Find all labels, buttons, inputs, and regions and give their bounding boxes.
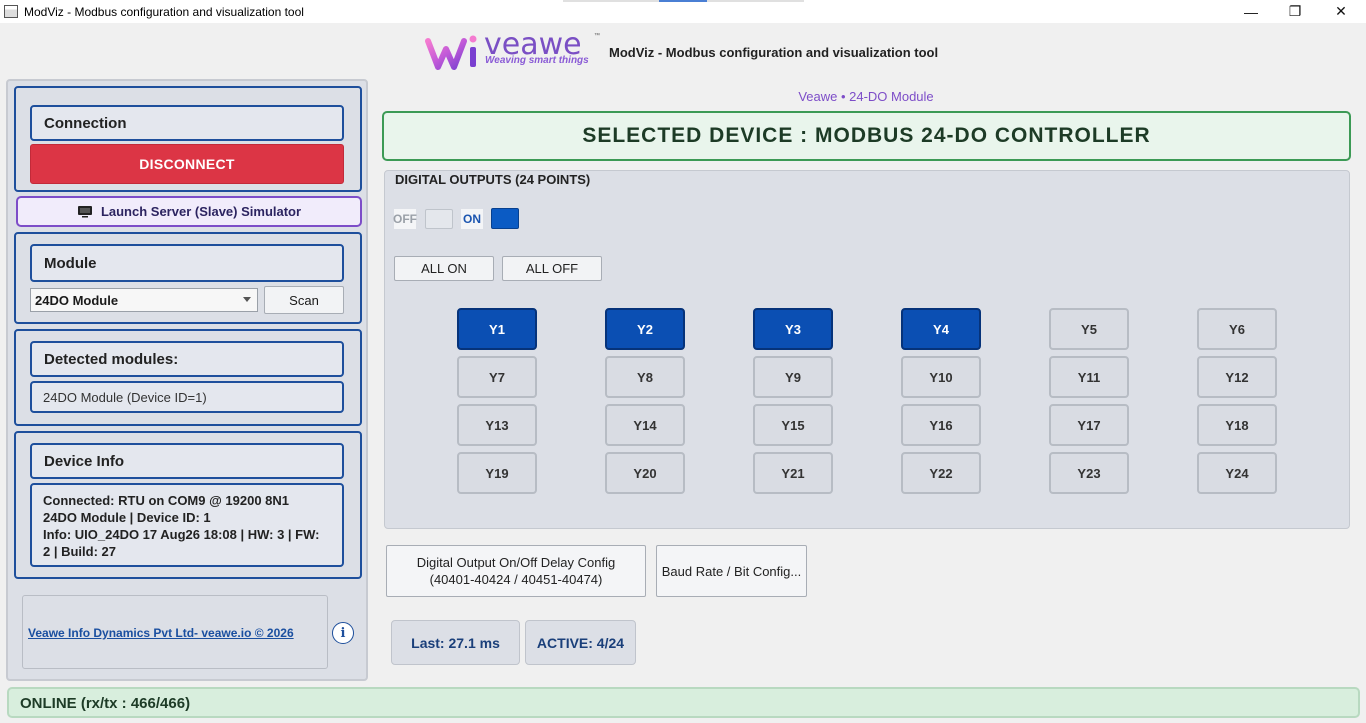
output-toggle-y13[interactable]: Y13 <box>457 404 537 446</box>
legend-on-swatch <box>491 208 519 229</box>
device-caption: Veawe • 24-DO Module <box>798 89 934 104</box>
monitor-icon <box>77 206 92 218</box>
output-toggle-y21[interactable]: Y21 <box>753 452 833 494</box>
output-toggle-y18[interactable]: Y18 <box>1197 404 1277 446</box>
output-toggle-y1[interactable]: Y1 <box>457 308 537 350</box>
legend-on-label: ON <box>461 209 483 229</box>
connection-group: Connection DISCONNECT <box>14 86 362 192</box>
info-icon[interactable]: i <box>332 622 354 644</box>
output-toggle-y7[interactable]: Y7 <box>457 356 537 398</box>
detected-modules-title: Detected modules: <box>30 341 344 377</box>
selected-device-banner: SELECTED DEVICE : MODBUS 24-DO CONTROLLE… <box>382 111 1351 161</box>
all-off-button[interactable]: ALL OFF <box>502 256 602 281</box>
app-title: ModViz - Modbus configuration and visual… <box>609 45 939 60</box>
module-select-value: 24DO Module <box>35 292 119 308</box>
output-toggle-y24[interactable]: Y24 <box>1197 452 1277 494</box>
last-latency-badge: Last: 27.1 ms <box>391 620 520 665</box>
digital-outputs-title: DIGITAL OUTPUTS (24 POINTS) <box>395 172 591 187</box>
output-toggle-y14[interactable]: Y14 <box>605 404 685 446</box>
output-toggle-y19[interactable]: Y19 <box>457 452 537 494</box>
titlebar-tab-line-active <box>659 0 707 2</box>
delay-config-button[interactable]: Digital Output On/Off Delay Config (4040… <box>386 545 646 597</box>
app-icon <box>4 5 18 18</box>
company-link[interactable]: Veawe Info Dynamics Pvt Ltd- veawe.io © … <box>28 626 294 640</box>
window-title: ModViz - Modbus configuration and visual… <box>24 4 304 19</box>
scan-button[interactable]: Scan <box>264 286 344 314</box>
output-toggle-y15[interactable]: Y15 <box>753 404 833 446</box>
legend-off-swatch <box>425 209 453 229</box>
output-toggle-y2[interactable]: Y2 <box>605 308 685 350</box>
output-toggle-y3[interactable]: Y3 <box>753 308 833 350</box>
device-info-line: Connected: RTU on COM9 @ 19200 8N1 <box>43 493 290 508</box>
output-toggle-y4[interactable]: Y4 <box>901 308 981 350</box>
module-group: Module 24DO Module Scan <box>14 232 362 324</box>
output-toggle-y20[interactable]: Y20 <box>605 452 685 494</box>
disconnect-button[interactable]: DISCONNECT <box>30 144 344 184</box>
device-info-title: Device Info <box>30 443 344 479</box>
logo-trademark: ™ <box>594 33 600 39</box>
logo-tagline: Weaving smart things <box>485 55 589 66</box>
restore-button[interactable]: ❐ <box>1272 0 1318 23</box>
baud-config-button[interactable]: Baud Rate / Bit Config... <box>656 545 807 597</box>
active-count-badge: ACTIVE: 4/24 <box>525 620 636 665</box>
output-toggle-y6[interactable]: Y6 <box>1197 308 1277 350</box>
output-toggle-y16[interactable]: Y16 <box>901 404 981 446</box>
app-header: veawe ™ Weaving smart things ModViz - Mo… <box>0 23 1366 83</box>
output-toggle-y22[interactable]: Y22 <box>901 452 981 494</box>
detected-modules-group: Detected modules: 24DO Module (Device ID… <box>14 329 362 426</box>
output-toggle-y10[interactable]: Y10 <box>901 356 981 398</box>
digital-outputs-panel: DIGITAL OUTPUTS (24 POINTS) OFF ON ALL O… <box>384 170 1350 529</box>
veawe-logo-icon <box>425 35 477 70</box>
status-bar: ONLINE (rx/tx : 466/466) <box>7 687 1360 718</box>
legend-off-label: OFF <box>393 209 417 229</box>
device-info-line: 2 | Build: 27 <box>43 544 116 559</box>
chevron-down-icon <box>243 297 251 302</box>
output-toggle-y5[interactable]: Y5 <box>1049 308 1129 350</box>
sidebar: Connection DISCONNECT Launch Server (Sla… <box>6 79 368 681</box>
device-info-group: Device Info Connected: RTU on COM9 @ 192… <box>14 431 362 579</box>
close-button[interactable]: ✕ <box>1318 0 1364 23</box>
titlebar-tab-line <box>707 0 804 2</box>
delay-config-range: (40401-40424 / 40451-40474) <box>429 572 603 587</box>
minimize-button[interactable]: — <box>1228 0 1274 23</box>
launch-simulator-label: Launch Server (Slave) Simulator <box>100 204 302 219</box>
window-titlebar: ModViz - Modbus configuration and visual… <box>0 0 1366 23</box>
launch-simulator-button[interactable]: Launch Server (Slave) Simulator <box>16 196 362 227</box>
delay-config-label: Digital Output On/Off Delay Config <box>416 555 616 570</box>
connection-title: Connection <box>30 105 344 141</box>
detected-module-item[interactable]: 24DO Module (Device ID=1) <box>30 381 344 413</box>
device-info-details: Connected: RTU on COM9 @ 19200 8N1 24DO … <box>30 483 344 567</box>
output-toggle-y11[interactable]: Y11 <box>1049 356 1129 398</box>
status-text: ONLINE (rx/tx : 466/466) <box>20 695 191 712</box>
module-select[interactable]: 24DO Module <box>30 288 258 312</box>
device-info-line: 24DO Module | Device ID: 1 <box>43 510 211 525</box>
module-title: Module <box>30 244 344 282</box>
output-toggle-y23[interactable]: Y23 <box>1049 452 1129 494</box>
all-on-button[interactable]: ALL ON <box>394 256 494 281</box>
output-toggle-y8[interactable]: Y8 <box>605 356 685 398</box>
output-toggle-y9[interactable]: Y9 <box>753 356 833 398</box>
output-toggle-y12[interactable]: Y12 <box>1197 356 1277 398</box>
titlebar-tab-line <box>563 0 659 2</box>
output-toggle-y17[interactable]: Y17 <box>1049 404 1129 446</box>
device-info-line: Info: UIO_24DO 17 Aug26 18:08 | HW: 3 | … <box>43 527 320 542</box>
